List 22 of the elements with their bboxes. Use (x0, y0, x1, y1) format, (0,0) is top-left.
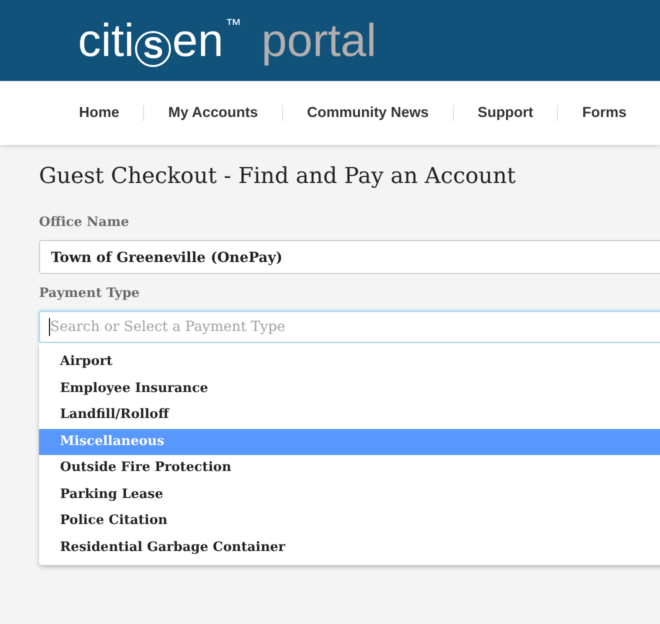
field-label: Payment Type (39, 286, 141, 301)
dropdown-option[interactable]: Outside Fire Protection (39, 455, 660, 482)
nav-link[interactable]: Home (79, 105, 120, 121)
nav-link[interactable]: Community News (307, 105, 429, 121)
page-title: Guest Checkout - Find and Pay an Account (39, 164, 517, 189)
trademark: ™ (225, 16, 242, 34)
search-field[interactable]: Search or Select a Payment Type (39, 311, 660, 343)
dropdown-option[interactable]: Employee Insurance (39, 376, 660, 402)
dropdown-option[interactable]: Residential Garbage Container (39, 534, 660, 561)
nav-link[interactable]: Forms (582, 105, 627, 121)
text-cursor (49, 318, 50, 336)
dropdown-option[interactable]: Parking Lease (39, 482, 660, 508)
dropdown-option[interactable]: Airport (39, 349, 660, 376)
dropdown-option[interactable]: Police Citation (39, 508, 660, 534)
dropdown-option[interactable]: Landfill/Rolloff (39, 402, 660, 428)
nav-link[interactable]: Support (478, 105, 534, 121)
logo-text[interactable]: citi (78, 16, 134, 62)
logo-text[interactable]: en (172, 16, 224, 62)
logo-mark[interactable]: S (135, 30, 172, 66)
field-label: Office Name (39, 215, 130, 230)
nav-link[interactable]: My Accounts (168, 105, 258, 121)
office-select[interactable]: Town of Greeneville (OnePay) (39, 240, 660, 274)
